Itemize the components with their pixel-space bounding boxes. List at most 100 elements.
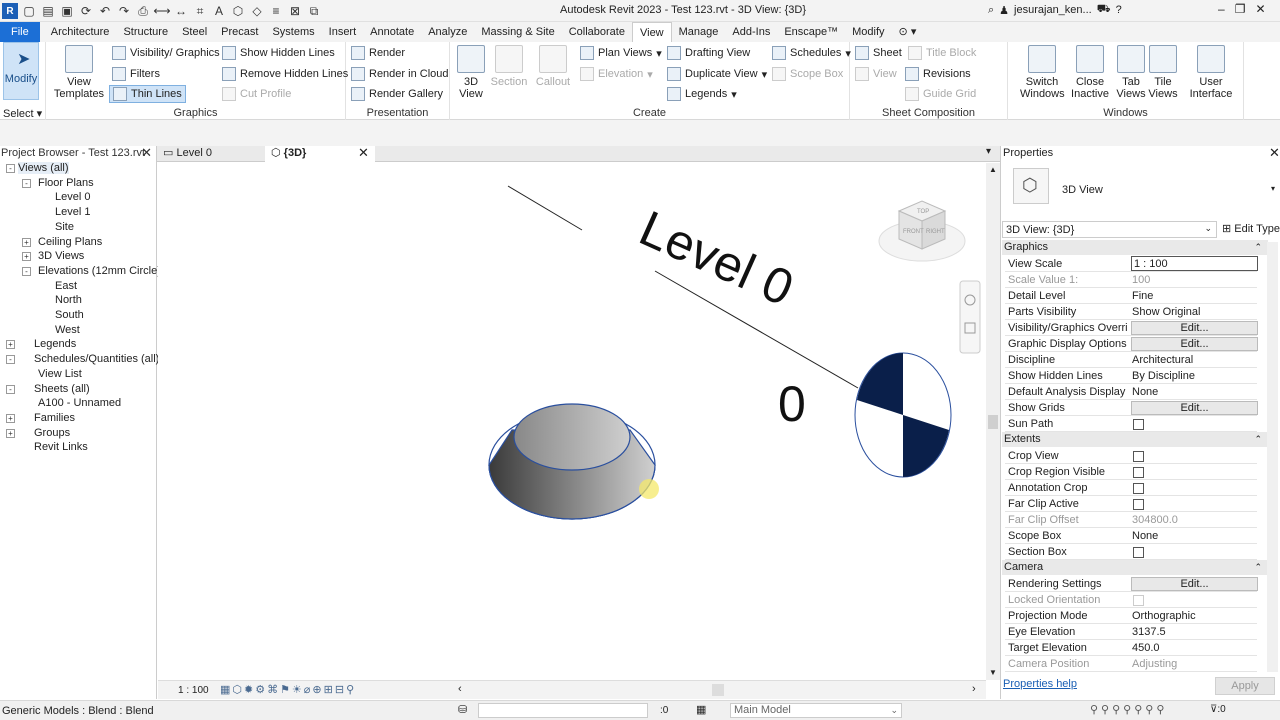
minimize-icon[interactable]: – [1218,2,1225,16]
legends-button[interactable]: Legends ▾ [667,87,737,101]
expand-icon[interactable]: + [6,428,15,438]
property-value[interactable]: None [1132,386,1158,398]
revisions-button[interactable]: Revisions [905,67,971,81]
scroll-up-icon[interactable]: ▲ [989,165,997,174]
tree-node[interactable]: Level 0 [55,191,90,203]
tab-manage[interactable]: Manage [672,22,726,42]
tree-node[interactable]: Sheets (all) [34,383,90,395]
edit-type-button[interactable]: ⊞ Edit Type [1222,222,1280,235]
collapse-icon[interactable]: - [6,164,15,173]
property-group-header[interactable]: Camera ⌃ [1002,560,1268,575]
property-group-header[interactable]: Graphics ⌃ [1002,240,1268,255]
tab-add-ins[interactable]: Add-Ins [725,22,777,42]
viewcube[interactable]: FRONT RIGHT TOP [878,200,966,262]
render-cloud-button[interactable]: Render in Cloud [351,67,449,81]
edit-button[interactable]: Edit... [1131,401,1258,415]
text-icon[interactable]: A [211,3,227,19]
user-icon[interactable]: ♟ [999,4,1009,17]
tab-level-0[interactable]: ▭ Level 0 [157,146,265,162]
contextual-dropdown-icon[interactable]: ⊙ ▾ [892,22,924,42]
tree-node[interactable]: Ceiling Plans [38,236,102,248]
property-checkbox[interactable] [1133,499,1144,510]
tree-node[interactable]: West [55,324,80,336]
place-view-button[interactable]: View [855,67,897,81]
restore-icon[interactable]: ❐ [1235,2,1246,16]
tree-node[interactable]: 3D Views [38,250,84,262]
scroll-left-icon[interactable]: ‹ [458,683,462,695]
scroll-right-icon[interactable]: › [972,683,976,695]
vertical-scrollbar[interactable]: ▲ ▼ [986,163,1000,680]
drawing-area[interactable]: Level 0 0 FRONT RIGHT TOP [158,163,986,680]
redo-icon[interactable]: ↷ [116,3,132,19]
property-value[interactable]: By Discipline [1132,370,1195,382]
level-line-segment[interactable] [507,185,583,231]
cut-profile-button[interactable]: Cut Profile [222,87,291,101]
cart-icon[interactable]: ⛟ [1097,3,1111,17]
tree-node[interactable]: Site [55,221,74,233]
tab-modify[interactable]: Modify [845,22,891,42]
property-value[interactable]: 3137.5 [1132,626,1166,638]
property-value[interactable]: Architectural [1132,354,1193,366]
scroll-down-icon[interactable]: ▼ [989,668,997,677]
thin-lines-icon[interactable]: ≡ [268,3,284,19]
user-name[interactable]: jesurajan_ken... [1014,4,1092,16]
blend-model[interactable] [488,403,659,520]
property-checkbox[interactable] [1133,595,1144,606]
design-option-select[interactable]: Main Model ⌄ [730,703,902,718]
edit-button[interactable]: Edit... [1131,321,1258,335]
type-dropdown-icon[interactable]: ▾ [1271,184,1275,193]
tab-structure[interactable]: Structure [116,22,175,42]
guide-grid-button[interactable]: Guide Grid [905,87,976,101]
tile-views-button[interactable]: Tile Views [1146,45,1180,100]
tree-node[interactable]: South [55,309,84,321]
selection-toggles[interactable]: ⚲⚲⚲⚲⚲⚲⚲ [1090,703,1167,716]
scroll-thumb[interactable] [988,415,998,429]
worksharing-icon[interactable]: ⛁ [458,703,467,716]
type-name[interactable]: 3D View [1062,184,1103,196]
close-icon[interactable]: ✕ [1269,145,1280,161]
section-icon[interactable]: ◇ [249,3,265,19]
binoculars-icon[interactable]: ⌕ [988,4,994,17]
close-icon[interactable]: ✕ [141,145,152,161]
tree-node[interactable]: Schedules/Quantities (all) [34,353,159,365]
sync-icon[interactable]: ⟳ [78,3,94,19]
tab-steel[interactable]: Steel [175,22,214,42]
property-value[interactable]: Show Original [1132,306,1200,318]
scope-box-button[interactable]: Scope Box [772,67,843,81]
folder-icon[interactable]: ▤ [40,3,56,19]
filter-icon[interactable]: ⊽:0 [1210,704,1226,715]
collapse-icon[interactable]: - [6,384,15,394]
property-group-header[interactable]: Extents ⌃ [1002,432,1268,447]
tree-node[interactable]: East [55,280,77,292]
view-scale[interactable]: 1 : 100 [178,685,209,696]
default-3d-icon[interactable]: ⬡ [230,3,246,19]
collapse-icon[interactable]: ⌃ [1254,560,1262,575]
tree-node[interactable]: Elevations (12mm Circle) [38,265,161,277]
tab-annotate[interactable]: Annotate [363,22,421,42]
section-button[interactable]: Section [490,45,528,88]
3d-view-button[interactable]: 3D View [456,45,486,100]
filter-count[interactable]: :0 [660,705,668,716]
close-icon[interactable]: ✕ [1255,2,1265,16]
close-inactive-button[interactable]: Close Inactive [1068,45,1112,100]
property-value[interactable]: Orthographic [1132,610,1196,622]
tab-menu-icon[interactable]: ▾ [986,146,991,157]
view-control-icons[interactable]: ▦⬡✹⚙⌘⚑☀⌀⊕⊞⊟⚲ [220,683,356,696]
tag-icon[interactable]: ⌗ [192,3,208,19]
filters-button[interactable]: Filters [112,67,160,81]
close-icon[interactable]: ✕ [358,145,369,160]
tree-node[interactable]: Views (all) [18,162,69,174]
callout-button[interactable]: Callout [534,45,572,88]
drafting-view-button[interactable]: Drafting View [667,46,750,60]
property-value[interactable]: 450.0 [1132,642,1160,654]
tab-massing-site[interactable]: Massing & Site [474,22,561,42]
revit-logo[interactable]: R [2,3,18,19]
expand-icon[interactable]: + [22,237,31,247]
property-checkbox[interactable] [1133,451,1144,462]
print-icon[interactable]: ⎙ [135,3,151,19]
expand-icon[interactable]: + [6,340,15,350]
plan-views-button[interactable]: Plan Views ▾ [580,46,662,60]
properties-scrollbar[interactable] [1267,242,1278,672]
tab-view[interactable]: View [631,22,672,42]
tab-insert[interactable]: Insert [322,22,364,42]
